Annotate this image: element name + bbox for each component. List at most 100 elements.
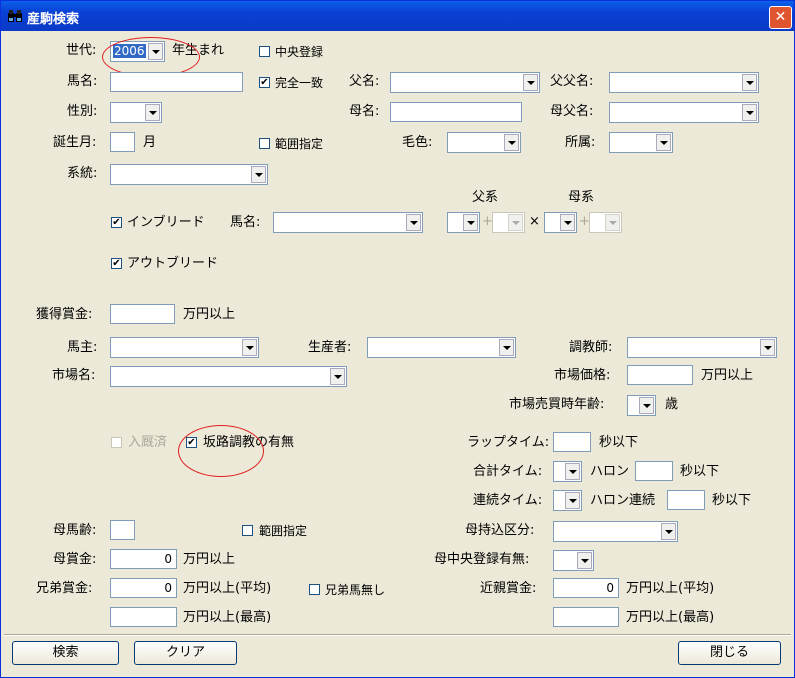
sex-select[interactable] <box>110 102 162 123</box>
chevron-down-icon[interactable] <box>145 104 160 121</box>
dam-prize-input[interactable]: 0 <box>110 549 177 569</box>
dam-name-label: 母名: <box>349 104 380 119</box>
affiliation-select[interactable] <box>609 132 673 153</box>
market-sale-age-select[interactable] <box>627 395 656 416</box>
dialog-client: 世代: 2006 年生まれ 中央登録 馬名: ✔ 完全一致 父名: 父父名: 性… <box>4 31 791 674</box>
generation-select[interactable]: 2006 <box>110 41 165 62</box>
breeder-select[interactable] <box>367 337 516 358</box>
check-icon: ✔ <box>112 258 121 269</box>
coat-color-select[interactable] <box>447 132 521 153</box>
chevron-down-icon[interactable] <box>523 74 538 91</box>
chevron-down-icon[interactable] <box>565 463 580 480</box>
consecutive-time-label: 連続タイム: <box>473 493 543 508</box>
sire-line-gen1-select[interactable] <box>447 212 480 233</box>
chevron-down-icon[interactable] <box>639 397 654 414</box>
chevron-down-icon[interactable] <box>463 214 478 231</box>
horse-name-input[interactable] <box>110 72 243 92</box>
dam-sire-name-select[interactable] <box>609 102 759 123</box>
relative-prize-max-input[interactable] <box>553 607 619 627</box>
market-name-select[interactable] <box>110 366 347 387</box>
slope-training-label: 坂路調教の有無 <box>203 435 295 450</box>
outbreed-checkbox[interactable]: ✔ <box>111 258 122 269</box>
dam-central-reg-select[interactable] <box>553 550 594 571</box>
generation-label: 世代: <box>66 43 97 58</box>
clear-button[interactable]: クリア <box>134 641 237 665</box>
relative-prize-input[interactable]: 0 <box>553 578 619 598</box>
sibling-prize-label: 兄弟賞金: <box>36 581 93 596</box>
sire-line-gen2-select <box>492 212 525 233</box>
lineage-label: 系統: <box>67 166 98 181</box>
sibling-prize-max-input[interactable] <box>110 607 177 627</box>
chevron-down-icon[interactable] <box>330 368 345 385</box>
birth-month-label: 誕生月: <box>53 135 97 150</box>
consecutive-time-input[interactable] <box>667 490 705 510</box>
close-button[interactable]: 閉じる <box>678 641 781 665</box>
consecutive-furlong-select[interactable] <box>553 490 582 511</box>
dam-line-gen2-select <box>589 212 622 233</box>
total-time-furlong-select[interactable] <box>553 461 582 482</box>
sibling-prize-input[interactable]: 0 <box>110 578 177 598</box>
total-time-input[interactable] <box>635 461 673 481</box>
coat-color-label: 毛色: <box>402 135 433 150</box>
chevron-down-icon[interactable] <box>656 134 671 151</box>
exact-match-label: 完全一致 <box>275 76 324 90</box>
market-price-label: 市場価格: <box>554 368 611 383</box>
in-stable-label: 入厩済 <box>128 435 168 450</box>
total-time-unit: 秒以下 <box>680 464 720 479</box>
market-price-input[interactable] <box>627 365 693 385</box>
dam-sire-name-label: 母父名: <box>550 104 594 119</box>
chevron-down-icon[interactable] <box>760 339 775 356</box>
chevron-down-icon[interactable] <box>560 214 575 231</box>
breeder-label: 生産者: <box>308 340 352 355</box>
generation-value: 2006 <box>113 44 146 58</box>
inbreed-checkbox[interactable]: ✔ <box>111 217 122 228</box>
birth-month-input[interactable] <box>110 132 135 152</box>
chevron-down-icon[interactable] <box>661 523 676 540</box>
dam-line-gen1-select[interactable] <box>544 212 577 233</box>
exact-match-checkbox[interactable]: ✔ <box>259 77 270 88</box>
chevron-down-icon[interactable] <box>577 552 592 569</box>
owner-select[interactable] <box>110 337 259 358</box>
chevron-down-icon[interactable] <box>742 74 757 91</box>
lineage-select[interactable] <box>110 164 268 185</box>
owner-label: 馬主: <box>67 340 98 355</box>
relative-prize-label: 近親賞金: <box>480 581 537 596</box>
dam-name-input[interactable] <box>390 102 522 122</box>
earned-prize-input[interactable] <box>110 304 175 324</box>
outbreed-label: アウトブリード <box>127 256 219 271</box>
central-reg-label: 中央登録 <box>275 45 324 59</box>
chevron-down-icon[interactable] <box>504 134 519 151</box>
title-bar[interactable]: 産駒検索 ✕ <box>1 1 794 31</box>
chevron-down-icon <box>605 214 620 231</box>
chevron-down-icon[interactable] <box>242 339 257 356</box>
sire-name-select[interactable] <box>390 72 540 93</box>
chevron-down-icon[interactable] <box>499 339 514 356</box>
range-spec2-checkbox[interactable] <box>242 525 253 536</box>
dam-age-input[interactable] <box>110 520 135 540</box>
cross-sign: × <box>529 214 540 229</box>
inbreed-horse-name-select[interactable] <box>273 212 423 233</box>
sibling-prize-unit: 万円以上(平均) <box>183 581 272 596</box>
dam-prize-unit: 万円以上 <box>183 552 236 567</box>
trainer-select[interactable] <box>627 337 777 358</box>
sire-sire-name-select[interactable] <box>609 72 759 93</box>
born-year-label: 年生まれ <box>172 43 225 58</box>
no-siblings-label: 兄弟馬無し <box>325 583 386 597</box>
no-siblings-checkbox[interactable] <box>309 584 320 595</box>
dialog-window: 産駒検索 ✕ 世代: 2006 年生まれ 中央登録 馬名: ✔ 完全一致 父名:… <box>0 0 795 678</box>
close-window-button[interactable]: ✕ <box>769 6 792 29</box>
chevron-down-icon[interactable] <box>251 166 266 183</box>
chevron-down-icon[interactable] <box>742 104 757 121</box>
central-reg-checkbox[interactable] <box>259 46 270 57</box>
slope-training-checkbox[interactable]: ✔ <box>186 437 197 448</box>
chevron-down-icon[interactable] <box>565 492 580 509</box>
range-spec-checkbox[interactable] <box>259 138 270 149</box>
lap-time-input[interactable] <box>553 432 591 452</box>
consecutive-time-unit: 秒以下 <box>712 493 752 508</box>
chevron-down-icon[interactable] <box>406 214 421 231</box>
in-stable-checkbox <box>111 437 122 448</box>
dam-import-select[interactable] <box>553 521 678 542</box>
chevron-down-icon[interactable] <box>148 43 163 60</box>
search-button[interactable]: 検索 <box>12 641 119 665</box>
inbreed-label: インブリード <box>127 215 205 230</box>
